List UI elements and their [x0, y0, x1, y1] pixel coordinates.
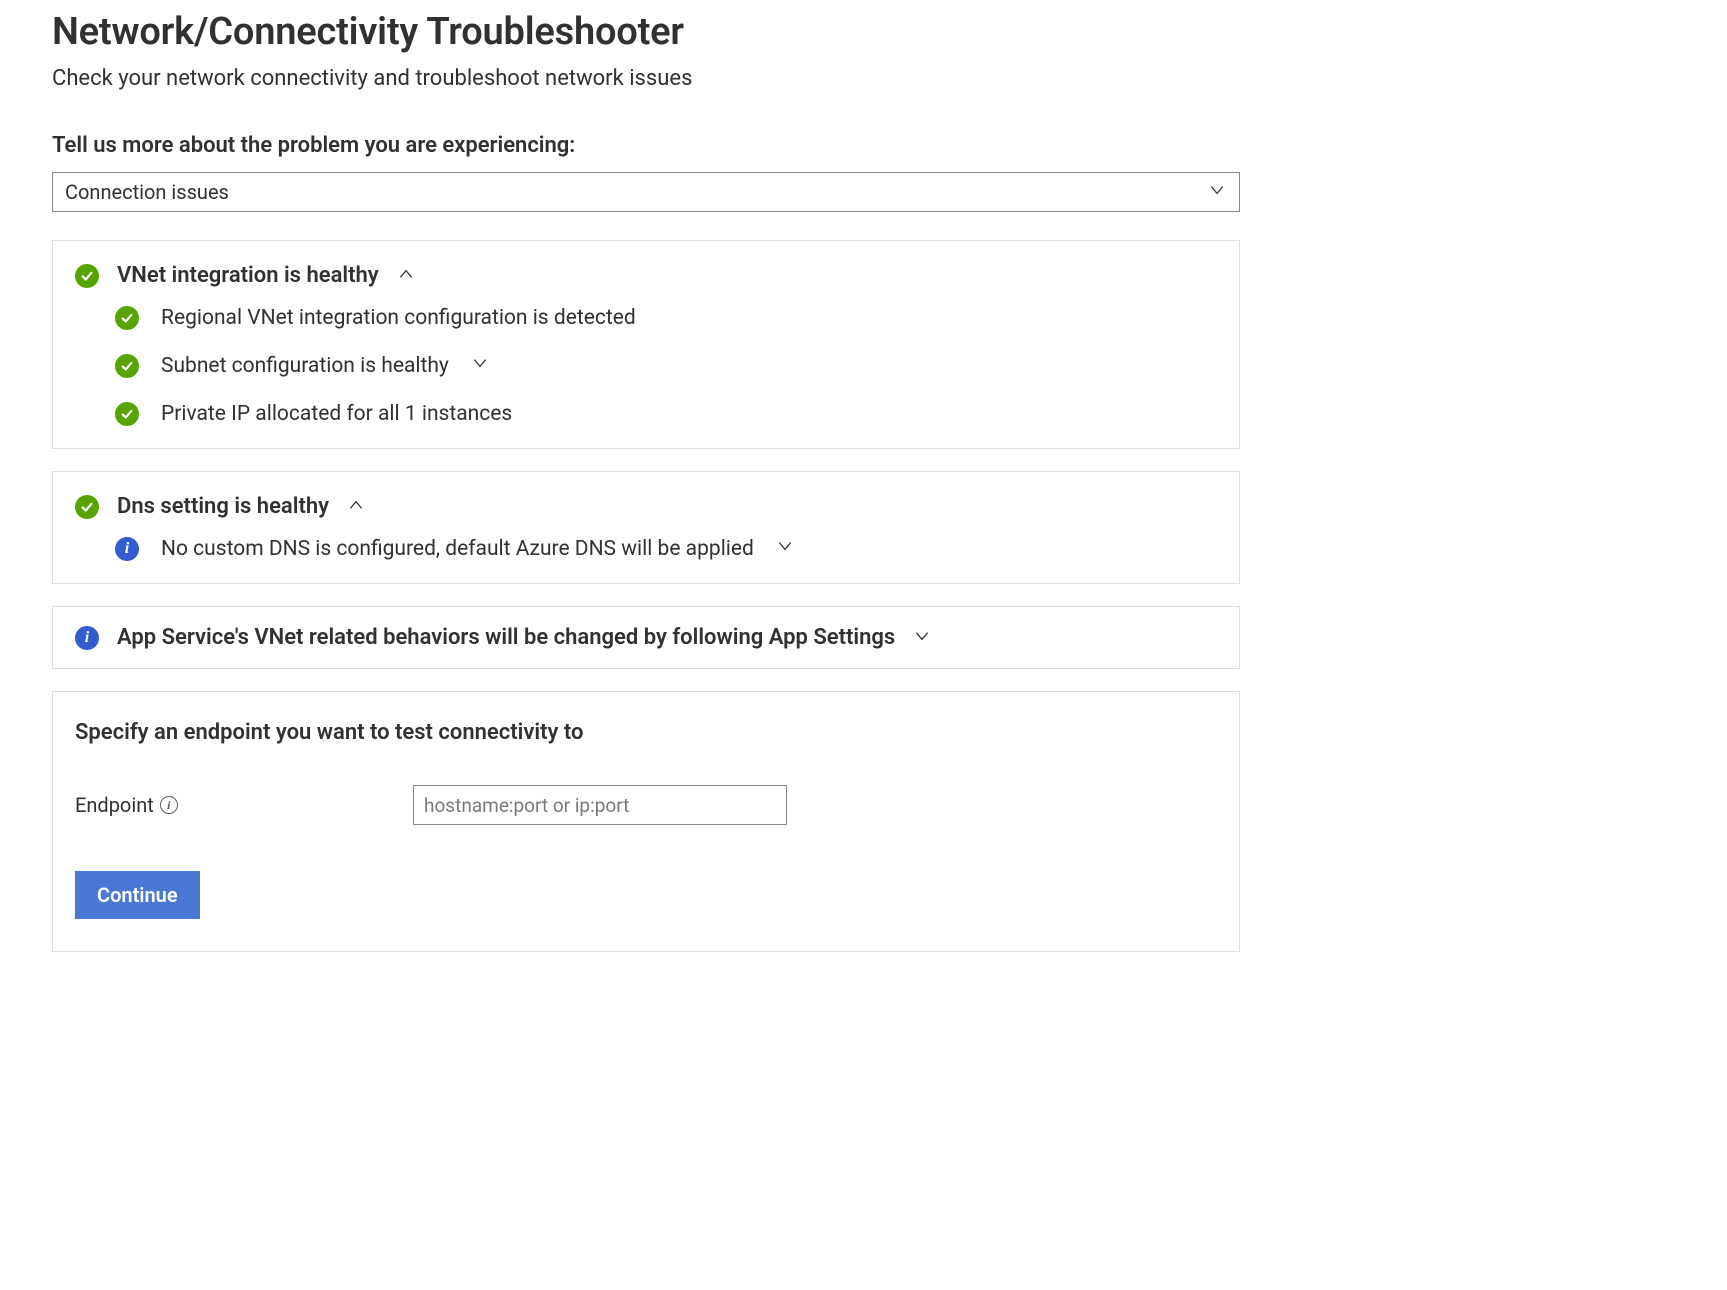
endpoint-label: Endpoint i: [75, 793, 405, 817]
dns-panel: Dns setting is healthy i No custom DNS i…: [52, 471, 1240, 584]
endpoint-label-text: Endpoint: [75, 793, 154, 817]
info-circle-icon: i: [75, 626, 99, 650]
vnet-title: VNet integration is healthy: [117, 263, 379, 288]
vnet-item-label: Subnet configuration is healthy: [161, 354, 449, 378]
page-subtitle: Check your network connectivity and trou…: [52, 66, 1675, 91]
problem-prompt-label: Tell us more about the problem you are e…: [52, 133, 1675, 158]
chevron-down-icon: [776, 537, 794, 561]
dns-title: Dns setting is healthy: [117, 494, 329, 519]
check-circle-icon: [75, 495, 99, 519]
check-circle-icon: [75, 264, 99, 288]
chevron-up-icon: [397, 265, 415, 287]
info-circle-icon: i: [115, 537, 139, 561]
vnet-item-regional: Regional VNet integration configuration …: [115, 306, 1217, 330]
page-title: Network/Connectivity Troubleshooter: [52, 10, 1675, 54]
continue-button[interactable]: Continue: [75, 871, 200, 919]
vnet-panel: VNet integration is healthy Regional VNe…: [52, 240, 1240, 449]
dns-header[interactable]: Dns setting is healthy: [75, 494, 1217, 519]
endpoint-title: Specify an endpoint you want to test con…: [75, 720, 1217, 745]
app-settings-header[interactable]: i App Service's VNet related behaviors w…: [75, 625, 1217, 650]
app-settings-title: App Service's VNet related behaviors wil…: [117, 625, 895, 650]
info-outline-icon[interactable]: i: [160, 796, 178, 814]
problem-select-value: Connection issues: [65, 180, 229, 204]
vnet-item-label: Regional VNet integration configuration …: [161, 306, 636, 330]
chevron-down-icon: [913, 627, 931, 649]
vnet-header[interactable]: VNet integration is healthy: [75, 263, 1217, 288]
chevron-down-icon: [471, 354, 489, 378]
vnet-item-label: Private IP allocated for all 1 instances: [161, 402, 512, 426]
dns-item-label: No custom DNS is configured, default Azu…: [161, 537, 754, 561]
chevron-up-icon: [347, 496, 365, 518]
problem-select[interactable]: Connection issues: [52, 172, 1240, 212]
dns-item-no-custom[interactable]: i No custom DNS is configured, default A…: [115, 537, 1217, 561]
vnet-item-private-ip: Private IP allocated for all 1 instances: [115, 402, 1217, 426]
vnet-item-subnet[interactable]: Subnet configuration is healthy: [115, 354, 1217, 378]
check-circle-icon: [115, 354, 139, 378]
check-circle-icon: [115, 402, 139, 426]
endpoint-panel: Specify an endpoint you want to test con…: [52, 691, 1240, 952]
check-circle-icon: [115, 306, 139, 330]
app-settings-panel: i App Service's VNet related behaviors w…: [52, 606, 1240, 669]
endpoint-input[interactable]: [413, 785, 787, 825]
